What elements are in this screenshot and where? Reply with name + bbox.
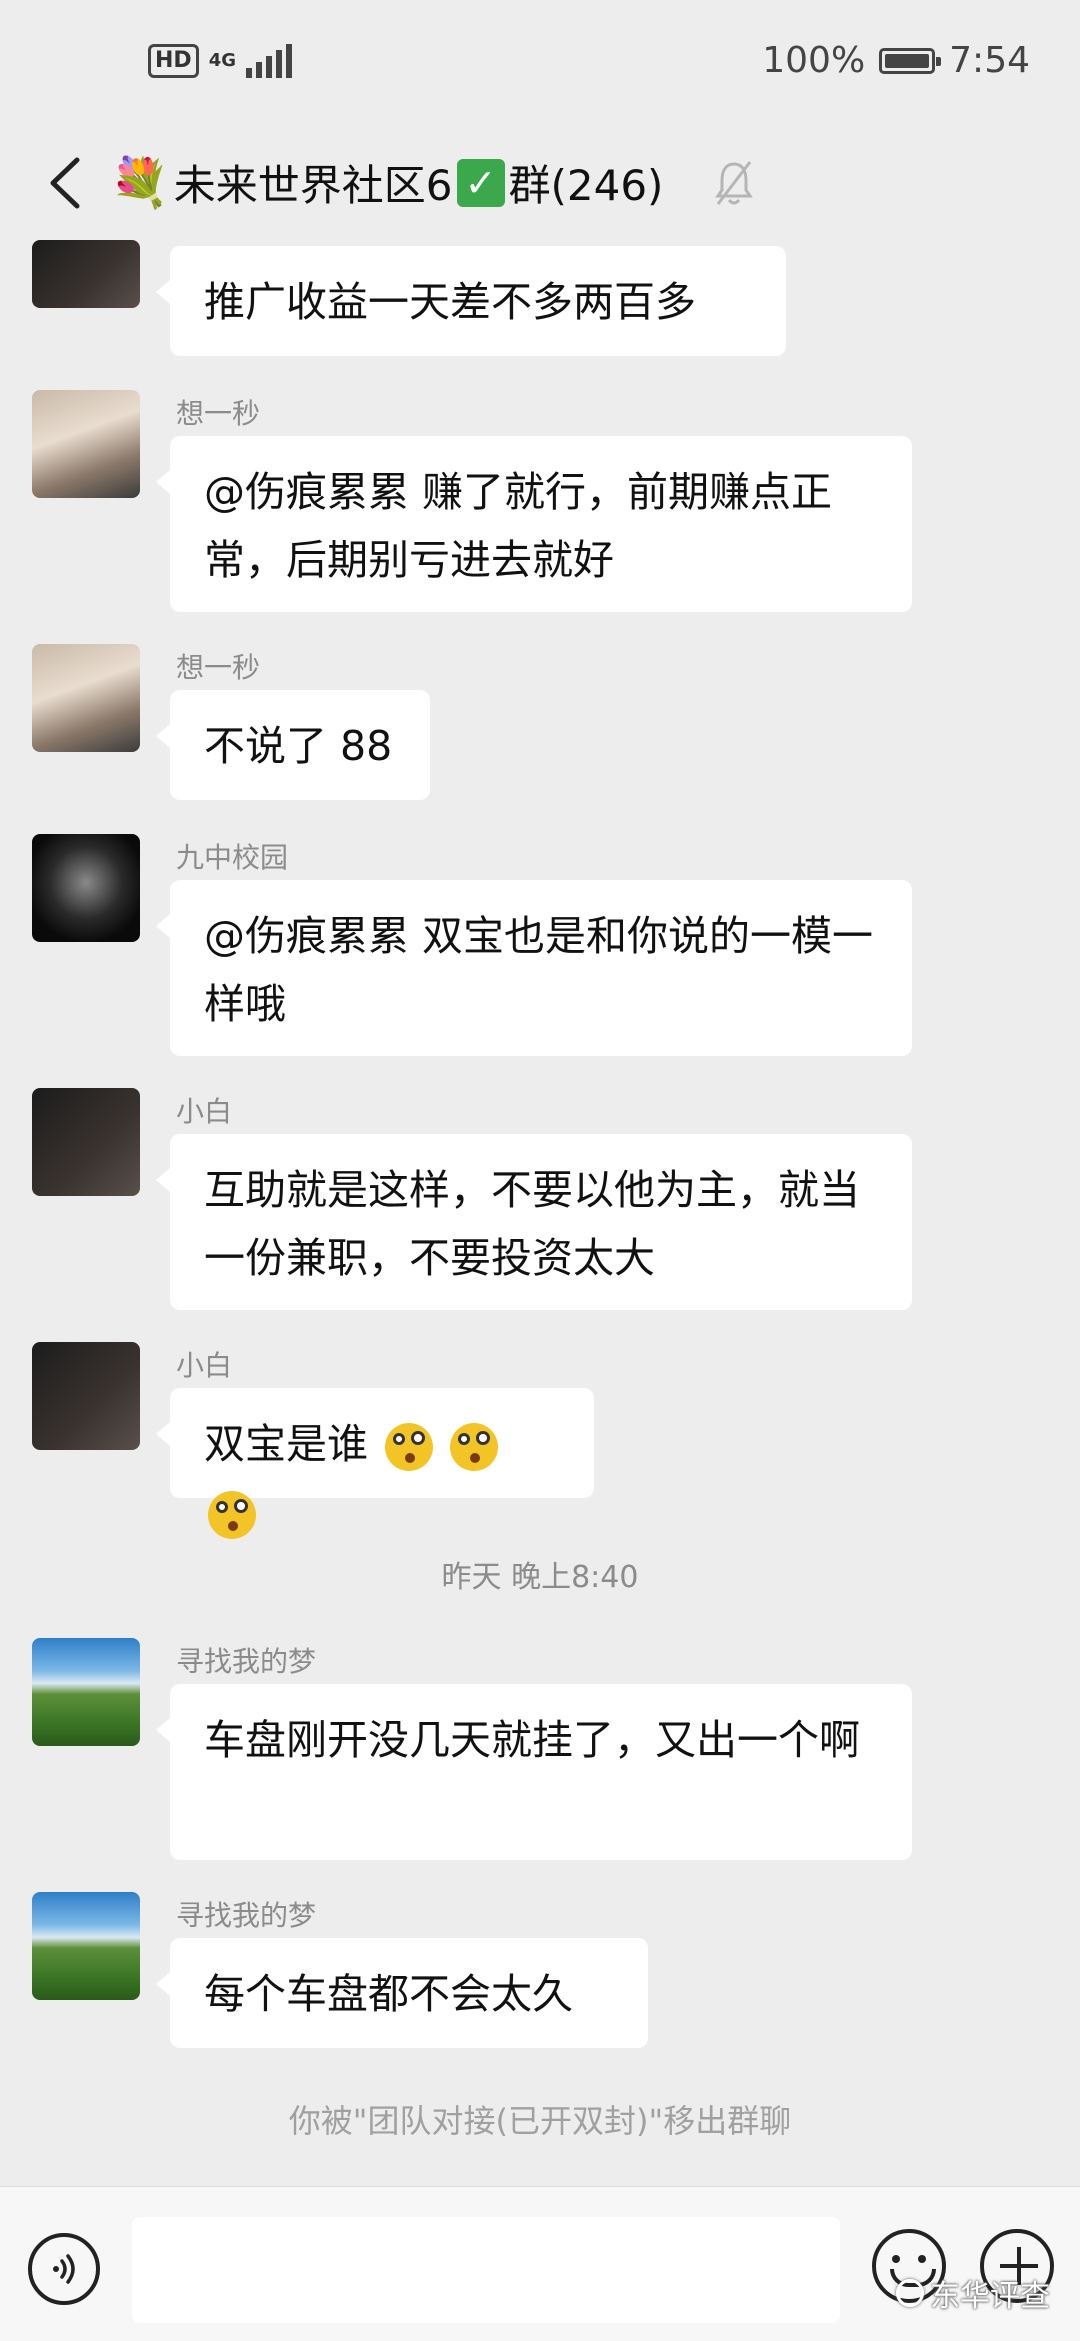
sender-name: 想一秒 <box>176 651 261 684</box>
avatar[interactable] <box>32 1342 140 1450</box>
message-text: 不说了 88 <box>204 722 393 770</box>
message-bubble[interactable]: 不说了 88 <box>156 690 430 800</box>
input-bar: 东华评查 <box>0 2186 1080 2341</box>
message-text: @伤痕累累 双宝也是和你说的一模一样哦 <box>204 912 874 1028</box>
avatar[interactable] <box>32 1638 140 1746</box>
message-text: 推广收益一天差不多两百多 <box>204 278 696 326</box>
battery-icon <box>879 47 942 74</box>
message-text: 每个车盘都不会太久 <box>204 1970 573 2018</box>
system-notice: 你被"团队对接(已开双封)"移出群聊 <box>288 2102 792 2140</box>
message-bubble[interactable]: @伤痕累累 双宝也是和你说的一模一样哦 <box>156 880 912 1056</box>
status-bar: HD 4G 100% 7:54 <box>0 0 1080 130</box>
message-bubble[interactable]: @伤痕累累 赚了就行，前期赚点正常，后期别亏进去就好 <box>156 436 912 612</box>
message-text: 车盘刚开没几天就挂了，又出一个啊 <box>204 1716 860 1764</box>
status-left: HD 4G <box>148 44 292 78</box>
group-name: 未来世界社区6 <box>173 161 453 210</box>
message-bubble[interactable]: 互助就是这样，不要以他为主，就当一份兼职，不要投资太大 <box>156 1134 912 1310</box>
group-title[interactable]: 💐 未来世界社区6 ✓ 群(246) <box>110 152 663 213</box>
clock: 7:54 <box>949 40 1030 81</box>
message-text: 互助就是这样，不要以他为主，就当一份兼职，不要投资太大 <box>204 1166 860 1282</box>
watermark-logo-icon <box>896 2279 924 2307</box>
hd-indicator: HD <box>148 44 199 78</box>
message-bubble[interactable]: 每个车盘都不会太久 <box>156 1938 648 2048</box>
time-separator: 昨天 晚上8:40 <box>441 1560 639 1595</box>
voice-icon <box>53 2254 75 2284</box>
watermark-text: 东华评查 <box>930 2279 1050 2314</box>
message-bubble[interactable]: 双宝是谁 <box>156 1388 594 1539</box>
mute-bell-icon <box>715 161 753 205</box>
flower-icon: 💐 <box>110 155 170 211</box>
sender-name: 小白 <box>176 1349 233 1382</box>
avatar[interactable] <box>32 240 140 308</box>
battery-percent: 100% <box>762 40 866 81</box>
avatar[interactable] <box>32 834 140 942</box>
sender-name: 想一秒 <box>176 397 261 430</box>
dizzy-face-emoji-icon <box>385 1423 434 1471</box>
message-text: @伤痕累累 赚了就行，前期赚点正常，后期别亏进去就好 <box>204 468 833 584</box>
status-right: 100% 7:54 <box>762 40 1030 81</box>
back-arrow-icon <box>50 157 80 209</box>
message-input[interactable] <box>132 2217 840 2323</box>
sender-name: 小白 <box>176 1095 233 1128</box>
group-member-count: 群(246) <box>508 161 664 210</box>
message-text: 双宝是谁 <box>204 1420 368 1468</box>
message-bubble[interactable]: 车盘刚开没几天就挂了，又出一个啊 <box>156 1684 912 1860</box>
back-button[interactable] <box>30 148 100 218</box>
voice-button[interactable] <box>28 2233 100 2305</box>
avatar[interactable] <box>32 644 140 752</box>
watermark: 东华评查 <box>896 2271 1050 2315</box>
dizzy-face-emoji-icon <box>450 1423 499 1471</box>
sender-name: 寻找我的梦 <box>176 1645 317 1678</box>
avatar[interactable] <box>32 1088 140 1196</box>
sender-name: 九中校园 <box>176 841 289 874</box>
check-icon: ✓ <box>456 158 505 207</box>
chat-header: 💐 未来世界社区6 ✓ 群(246) <box>0 130 1080 240</box>
avatar[interactable] <box>32 390 140 498</box>
signal-icon <box>246 44 292 78</box>
message-bubble[interactable]: 推广收益一天差不多两百多 <box>156 246 786 356</box>
avatar[interactable] <box>32 1892 140 2000</box>
network-type: 4G <box>208 50 236 71</box>
dizzy-face-emoji-icon <box>208 1491 256 1539</box>
sender-name: 寻找我的梦 <box>176 1899 317 1932</box>
